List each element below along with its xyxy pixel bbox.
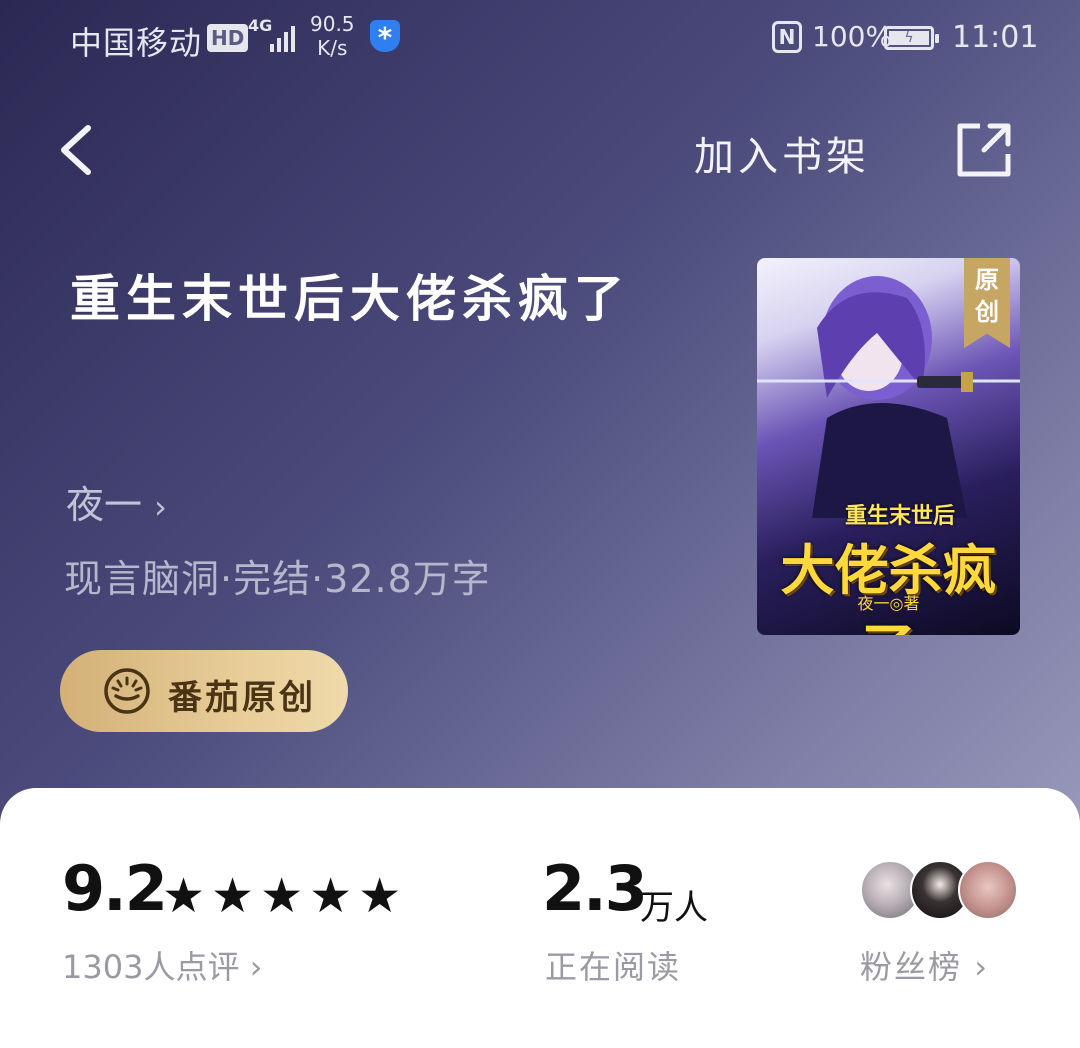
share-button[interactable] — [954, 120, 1014, 180]
add-to-shelf-button[interactable]: 加入书架 — [694, 124, 870, 182]
rating-stars: ★★★★★ — [162, 868, 408, 924]
hd-badge: HD — [207, 24, 249, 52]
clock: 11:01 — [952, 20, 1039, 55]
carrier-name: 中国移动 — [70, 24, 203, 62]
share-icon — [957, 123, 1011, 177]
author-link[interactable]: 夜一 › — [66, 474, 167, 529]
fanqie-original-badge[interactable]: 番茄原创 — [60, 650, 348, 732]
book-meta: 现言脑洞·完结·32.8万字 — [64, 557, 491, 601]
badge-label: 番茄原创 — [168, 678, 316, 718]
author-name: 夜一 — [66, 483, 143, 527]
readers-label: 正在阅读 — [545, 948, 682, 986]
tomato-icon — [104, 668, 150, 714]
nfc-icon: N — [772, 21, 802, 53]
cover-author: 夜一◎著 — [857, 594, 920, 613]
fans-ranking-link[interactable]: 粉丝榜 › — [860, 942, 989, 988]
chevron-right-icon: › — [974, 948, 989, 986]
cover-ribbon-text: 原创 — [975, 266, 999, 326]
status-bar: 中国移动 HD 4G 90.5 K/s * N 100% ϟ 11:01 — [0, 0, 1080, 80]
cover-main-title: 大佬杀疯了 — [780, 538, 997, 635]
back-button[interactable] — [52, 118, 112, 182]
network-speed: 90.5 K/s — [310, 12, 355, 60]
chevron-left-icon — [61, 125, 91, 175]
fan-avatars[interactable] — [860, 856, 1030, 924]
network-type: 4G — [248, 16, 273, 35]
network-speed-value: 90.5 — [310, 12, 355, 36]
book-cover[interactable]: 原创 重生末世后 大佬杀疯了 夜一◎著 — [757, 258, 1020, 635]
fans-ranking-label: 粉丝榜 — [860, 948, 963, 986]
chevron-right-icon: › — [154, 488, 167, 526]
battery-percent: 100% — [812, 20, 893, 53]
shield-icon: * — [370, 20, 400, 54]
chevron-right-icon: › — [249, 948, 263, 986]
cover-ribbon-label: 原创 — [964, 264, 1010, 328]
battery-icon: ϟ — [884, 26, 939, 50]
readers-unit: 万人 — [640, 888, 708, 928]
network-speed-unit: K/s — [317, 36, 348, 60]
rating-count-link[interactable]: 1303人点评 › — [62, 942, 262, 988]
rating-count: 1303人点评 — [62, 948, 240, 986]
signal-icon — [270, 22, 300, 52]
book-title: 重生末世后大佬杀疯了 — [70, 270, 630, 328]
avatar — [958, 860, 1018, 920]
rating-score: 9.2 — [62, 852, 168, 925]
readers-count: 2.3 — [542, 852, 648, 925]
